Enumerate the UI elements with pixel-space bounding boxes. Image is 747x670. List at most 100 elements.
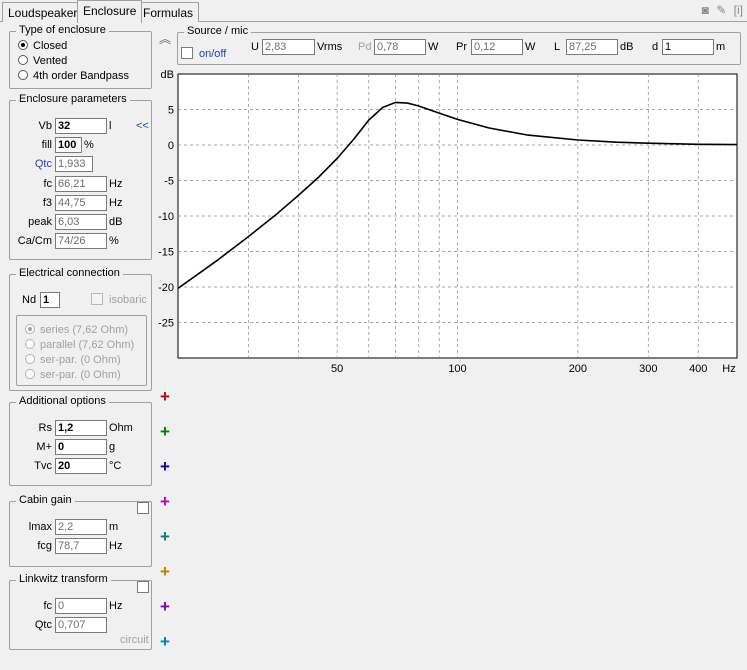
add-trace-button[interactable]: +	[160, 528, 170, 545]
onoff-checkbox[interactable]	[181, 47, 193, 59]
radio-ser-par-1[interactable]: ser-par. (0 Ohm)	[25, 354, 121, 366]
radio-bandpass[interactable]: 4th order Bandpass	[18, 70, 129, 82]
y-tick-label: -15	[158, 247, 174, 259]
cacm-unit: %	[109, 235, 119, 247]
linkwitz-checkbox[interactable]	[137, 581, 149, 593]
group-title: Electrical connection	[16, 267, 123, 279]
group-title: Type of enclosure	[16, 24, 109, 36]
qtc-label[interactable]: Qtc	[10, 158, 52, 170]
add-trace-button[interactable]: +	[160, 423, 170, 440]
info-icon[interactable]: [i]	[734, 3, 743, 17]
add-trace-button[interactable]: +	[160, 493, 170, 510]
radio-ser-par-2[interactable]: ser-par. (0 Ohm)	[25, 369, 121, 381]
group-title: Source / mic	[184, 25, 252, 37]
fc-field	[55, 176, 107, 192]
u-input[interactable]	[262, 39, 315, 55]
isobaric-checkbox[interactable]	[91, 293, 103, 305]
x-tick-label: 400	[689, 363, 707, 375]
camera-icon[interactable]: ◙	[702, 3, 709, 17]
radio-label: ser-par. (0 Ohm)	[40, 369, 121, 381]
d-input[interactable]	[662, 39, 714, 55]
pr-label: Pr	[456, 41, 467, 53]
peak-field	[55, 214, 107, 230]
qtc-field[interactable]	[55, 156, 93, 172]
lt-fc-unit: Hz	[109, 600, 123, 612]
vb-input[interactable]	[55, 118, 107, 134]
add-trace-button[interactable]: +	[160, 458, 170, 475]
lmax-unit: m	[109, 521, 119, 533]
tvc-input[interactable]	[55, 458, 107, 474]
lt-qtc-input[interactable]	[55, 617, 107, 633]
tab-formulas[interactable]: Formulas	[137, 2, 200, 22]
lt-fc-input[interactable]	[55, 598, 107, 614]
l-field	[566, 39, 618, 55]
circuit-link[interactable]: circuit	[120, 634, 149, 646]
fc-unit: Hz	[109, 178, 123, 190]
radio-label: ser-par. (0 Ohm)	[40, 354, 121, 366]
peak-unit: dB	[109, 216, 123, 228]
x-tick-label: 200	[569, 363, 587, 375]
fcg-input[interactable]	[55, 538, 107, 554]
vb-label: Vb	[38, 120, 52, 132]
vb-unit: l	[109, 120, 112, 132]
cabin-gain-checkbox[interactable]	[137, 502, 149, 514]
lt-qtc-label: Qtc	[34, 619, 52, 631]
electrical-connection-group: Electrical connection Nd isobaric series…	[9, 267, 152, 391]
mplus-unit: g	[109, 441, 116, 453]
tab-bar: Loudspeaker Enclosure Formulas ◙ ✎ [i]	[0, 0, 747, 23]
group-title: Additional options	[16, 395, 109, 407]
tvc-label: Tvc	[34, 460, 52, 472]
add-trace-button[interactable]: +	[160, 633, 170, 650]
y-tick-label: -20	[158, 282, 174, 294]
peak-label: peak	[28, 216, 52, 228]
type-of-enclosure-group: Type of enclosure Closed Vented 4th orde…	[9, 24, 152, 89]
y-tick-label: 0	[168, 140, 174, 152]
tab-enclosure[interactable]: Enclosure	[77, 0, 143, 23]
additional-options-group: Additional options Rs Ohm M+ g Tvc °C	[9, 395, 152, 486]
radio-closed[interactable]: Closed	[18, 40, 67, 52]
radio-dot	[25, 369, 35, 379]
pin-icon[interactable]: ✎	[716, 3, 726, 17]
d-label: d	[652, 41, 659, 53]
nd-input[interactable]	[40, 292, 60, 308]
radio-label: parallel (7,62 Ohm)	[40, 339, 135, 351]
fcg-unit: Hz	[109, 540, 123, 552]
radio-dot	[18, 55, 28, 65]
fill-unit: %	[84, 139, 94, 151]
source-mic-group: Source / mic on/off U Vrms Pd W Pr W L d…	[177, 25, 741, 65]
radio-series[interactable]: series (7,62 Ohm)	[25, 324, 128, 336]
fc-label: fc	[43, 178, 52, 190]
radio-dot	[25, 324, 35, 334]
fill-input[interactable]	[55, 137, 82, 153]
mplus-label: M+	[36, 441, 52, 453]
nd-label: Nd	[22, 294, 37, 306]
radio-dot	[18, 40, 28, 50]
lt-fc-label: fc	[43, 600, 52, 612]
arrow-left-icon[interactable]: <<	[136, 120, 149, 132]
rs-unit: Ohm	[109, 422, 133, 434]
add-trace-button[interactable]: +	[160, 598, 170, 615]
radio-label: 4th order Bandpass	[33, 70, 130, 82]
lmax-input[interactable]	[55, 519, 107, 535]
y-tick-label: -10	[158, 211, 174, 223]
chevron-up-icon[interactable]: ︽	[159, 30, 171, 47]
fcg-label: fcg	[37, 540, 52, 552]
connection-options-box: series (7,62 Ohm) parallel (7,62 Ohm) se…	[16, 315, 147, 386]
radio-vented[interactable]: Vented	[18, 55, 67, 67]
tab-loudspeaker[interactable]: Loudspeaker	[2, 2, 84, 22]
x-tick-label: 100	[448, 363, 466, 375]
cacm-field	[55, 233, 107, 249]
add-trace-button[interactable]: +	[160, 563, 170, 580]
isobaric-label: isobaric	[109, 294, 147, 306]
rs-input[interactable]	[55, 420, 107, 436]
linkwitz-transform-group: Linkwitz transform fc Hz Qtc circuit	[9, 573, 152, 650]
radio-parallel[interactable]: parallel (7,62 Ohm)	[25, 339, 134, 351]
radio-dot	[25, 354, 35, 364]
f3-unit: Hz	[109, 197, 123, 209]
mplus-input[interactable]	[55, 439, 107, 455]
y-tick-label: -25	[158, 318, 174, 330]
add-trace-button[interactable]: +	[160, 388, 170, 405]
f3-field	[55, 195, 107, 211]
top-icons: ◙ ✎ [i]	[702, 3, 743, 17]
l-unit: dB	[620, 41, 634, 53]
